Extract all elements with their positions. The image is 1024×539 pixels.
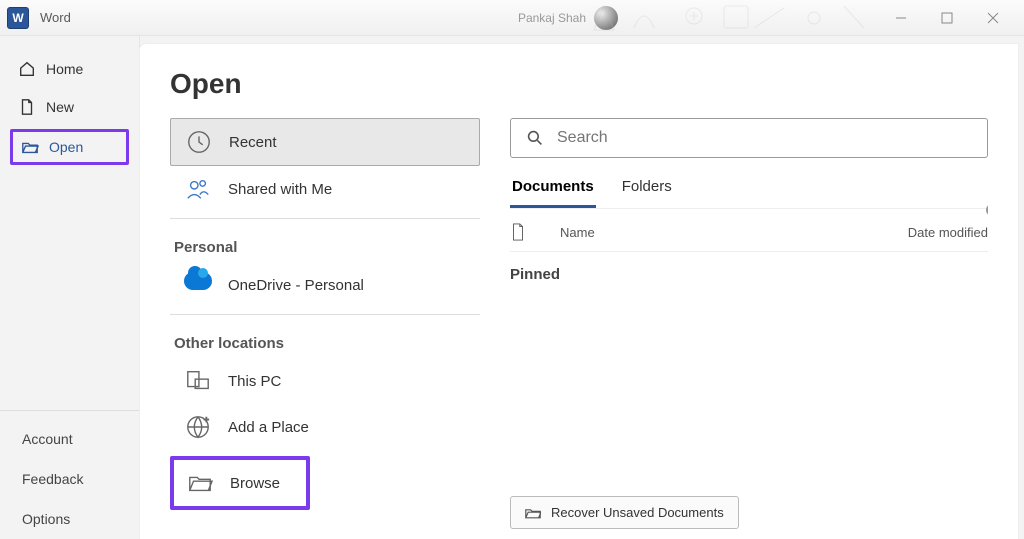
section-personal: Personal — [170, 225, 480, 262]
app-title: Word — [40, 10, 71, 25]
folder-open-icon — [186, 470, 214, 496]
button-label: Recover Unsaved Documents — [551, 505, 724, 520]
backstage-sidebar: Home New Open Account Feedback Options — [0, 36, 140, 539]
nav-open[interactable]: Open — [10, 129, 129, 165]
nav-home[interactable]: Home — [0, 50, 139, 88]
location-shared[interactable]: Shared with Me — [170, 166, 480, 212]
folder-open-icon — [21, 138, 39, 156]
location-label: Browse — [230, 475, 280, 492]
onedrive-icon — [184, 272, 212, 298]
recover-unsaved-button[interactable]: Recover Unsaved Documents — [510, 496, 739, 529]
tab-documents[interactable]: Documents — [510, 172, 596, 208]
open-panel: Open Recent Shared with Me Personal OneD… — [140, 44, 1018, 539]
location-label: OneDrive - Personal — [228, 277, 364, 294]
scrollbar[interactable] — [984, 204, 988, 529]
file-icon — [510, 223, 526, 241]
add-place-icon — [184, 414, 212, 440]
location-label: Shared with Me — [228, 181, 332, 198]
nav-new[interactable]: New — [0, 88, 139, 126]
title-bar: W Word Pankaj Shah — [0, 0, 1024, 36]
user-name[interactable]: Pankaj Shah — [518, 11, 586, 25]
file-list-header: Name Date modified — [510, 209, 988, 252]
section-other: Other locations — [170, 321, 480, 358]
location-label: This PC — [228, 373, 281, 390]
nav-label: New — [46, 99, 74, 115]
home-icon — [18, 60, 36, 78]
location-onedrive[interactable]: OneDrive - Personal — [170, 262, 480, 308]
search-icon — [527, 130, 543, 146]
location-label: Add a Place — [228, 419, 309, 436]
maximize-button[interactable] — [924, 2, 970, 34]
new-doc-icon — [18, 98, 36, 116]
nav-options[interactable]: Options — [0, 499, 139, 539]
locations-list: Recent Shared with Me Personal OneDrive … — [170, 118, 480, 529]
close-button[interactable] — [970, 2, 1016, 34]
page-title: Open — [170, 68, 988, 100]
nav-label: Open — [49, 139, 83, 155]
location-thispc[interactable]: This PC — [170, 358, 480, 404]
search-box[interactable] — [510, 118, 988, 158]
col-date[interactable]: Date modified — [908, 225, 988, 240]
location-addplace[interactable]: Add a Place — [170, 404, 480, 450]
user-avatar[interactable] — [594, 6, 618, 30]
tab-folders[interactable]: Folders — [620, 172, 674, 208]
location-label: Recent — [229, 134, 277, 151]
file-pane: Documents Folders Name Date modified Pin… — [510, 118, 988, 529]
word-app-icon: W — [8, 8, 28, 28]
search-input[interactable] — [557, 129, 971, 147]
nav-label: Home — [46, 61, 83, 77]
tabs: Documents Folders — [510, 172, 988, 209]
nav-feedback[interactable]: Feedback — [0, 459, 139, 499]
folder-open-icon — [525, 506, 541, 520]
minimize-button[interactable] — [878, 2, 924, 34]
nav-account[interactable]: Account — [0, 419, 139, 459]
location-recent[interactable]: Recent — [170, 118, 480, 166]
people-icon — [184, 176, 212, 202]
col-name[interactable]: Name — [536, 225, 898, 240]
nav-footer: Account Feedback Options — [0, 410, 139, 539]
browse-highlight: Browse — [170, 456, 310, 510]
clock-icon — [185, 129, 213, 155]
thispc-icon — [184, 368, 212, 394]
pinned-section: Pinned — [510, 252, 988, 297]
location-browse[interactable]: Browse — [182, 464, 298, 502]
